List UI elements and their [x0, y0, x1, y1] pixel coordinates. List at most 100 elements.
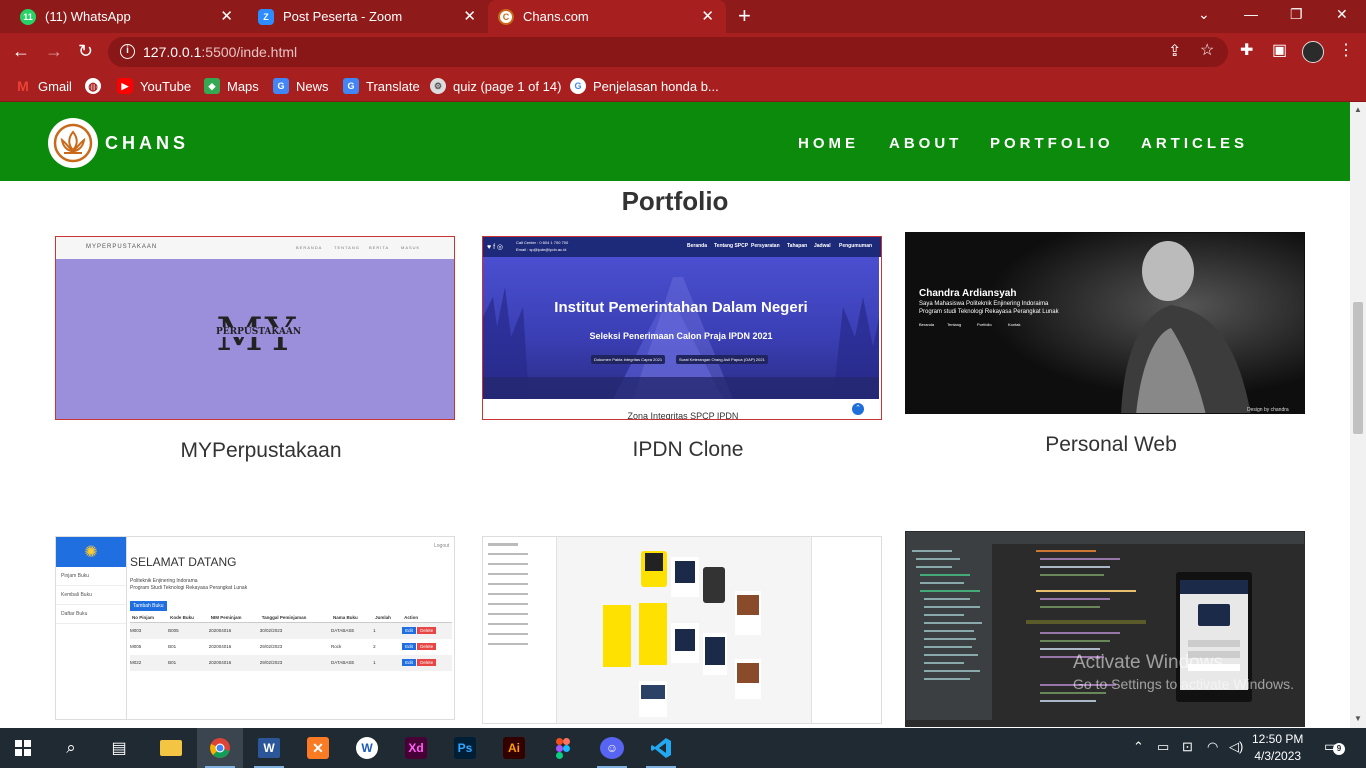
windows-start-icon[interactable]: [0, 728, 46, 768]
project-thumbnail-admin[interactable]: ✺ Pinjam Buku Kembali Buku Daftar Buku L…: [55, 536, 455, 720]
thumb-menu-item: Daftar Buku: [56, 605, 126, 624]
bookmark-star-icon[interactable]: ☆: [1200, 42, 1214, 60]
nav-portfolio[interactable]: PORTFOLIO: [990, 135, 1114, 152]
close-window-icon[interactable]: ✕: [1336, 6, 1348, 23]
thumb-th: Tanggal Peminjaman: [261, 615, 307, 620]
app-w-icon[interactable]: W: [344, 728, 390, 768]
maps-icon: ◆: [204, 78, 220, 94]
discord-icon[interactable]: ☺: [589, 728, 635, 768]
thumb-headline: Institut Pemerintahan Dalam Negeri: [554, 299, 808, 316]
bookmarks-bar: M Gmail ◍ ▶ YouTube ◆ Maps G News G Translate…: [0, 71, 1366, 102]
url-text[interactable]: 127.0.0.1:5500/inde.html: [143, 44, 297, 60]
project-thumbnail-figma[interactable]: [482, 536, 882, 724]
wifi-icon[interactable]: ◠: [1207, 739, 1218, 755]
close-tab-icon[interactable]: ✕: [220, 9, 233, 24]
thumb-nav-item: Portfolio: [977, 322, 992, 327]
restore-icon[interactable]: ❐: [1290, 6, 1303, 23]
thumb-navbar: MYPERPUSTAKAAN BERANDA TENTANG BERITA MA…: [56, 237, 454, 259]
tab-zoom[interactable]: Z Post Peserta - Zoom ✕: [248, 0, 488, 33]
project-thumbnail-ipdn[interactable]: ♥ f ◎ Call Center : 0 804 1 700 700 Emai…: [482, 236, 882, 420]
social-icons: ♥ f ◎: [487, 244, 504, 251]
file-explorer-icon[interactable]: [148, 728, 194, 768]
taskbar-clock[interactable]: 12:50 PM 4/3/2023: [1252, 731, 1303, 765]
menu-kebab-icon[interactable]: ⋮: [1338, 42, 1354, 60]
meet-now-icon[interactable]: ⊡: [1182, 739, 1193, 755]
bookmark-youtube[interactable]: ▶ YouTube: [117, 77, 191, 95]
reload-icon[interactable]: ↻: [78, 41, 93, 61]
address-bar[interactable]: i 127.0.0.1:5500/inde.html ⇪ ☆: [108, 37, 1228, 67]
project-thumbnail-android[interactable]: [905, 531, 1305, 727]
thumb-ipdn-topbar: ♥ f ◎ Call Center : 0 804 1 700 700 Emai…: [483, 237, 881, 257]
volume-icon[interactable]: ◁): [1229, 739, 1243, 755]
bookmark-maps[interactable]: ◆ Maps: [204, 77, 259, 95]
youtube-icon: ▶: [117, 78, 133, 94]
project-title[interactable]: IPDN Clone: [488, 438, 888, 462]
thumb-doc-button: Dokumen Pakta Integritas Capra 2021: [591, 355, 666, 364]
project-tree-lines: [912, 550, 982, 680]
project-title[interactable]: Personal Web: [911, 433, 1311, 457]
project-title[interactable]: MYPerpustakaan: [61, 439, 461, 463]
site-info-icon[interactable]: i: [120, 44, 135, 59]
nav-home[interactable]: HOME: [798, 135, 859, 152]
extensions-icon[interactable]: ✚: [1240, 42, 1253, 60]
word-icon[interactable]: W: [246, 728, 292, 768]
tab-whatsapp[interactable]: 11 (11) WhatsApp ✕: [0, 0, 245, 33]
xampp-icon[interactable]: ✕: [295, 728, 341, 768]
thumb-sub: Program Studi Teknologi Rekayasa Perangk…: [130, 585, 248, 591]
forward-icon[interactable]: →: [45, 41, 63, 61]
thumb-edit-button: Edit: [402, 643, 416, 650]
nav-about[interactable]: ABOUT: [889, 135, 962, 152]
globe-icon: ◍: [85, 78, 101, 94]
photoshop-icon[interactable]: Ps: [442, 728, 488, 768]
chrome-icon[interactable]: [197, 728, 243, 768]
vscode-icon[interactable]: [638, 728, 684, 768]
bookmark-quiz[interactable]: ⚙ quiz (page 1 of 14): [430, 77, 561, 95]
translate-icon: G: [343, 78, 359, 94]
notification-center-icon[interactable]: ▭ 9: [1324, 738, 1345, 756]
close-tab-icon[interactable]: ✕: [463, 9, 476, 24]
lotus-logo-icon: [53, 123, 93, 163]
scroll-down-arrow-icon[interactable]: ▼: [1354, 714, 1362, 723]
illustrator-icon[interactable]: Ai: [491, 728, 537, 768]
page-scrollbar[interactable]: ▲ ▼: [1350, 102, 1366, 728]
thumb-menu-item: Kembali Buku: [56, 586, 126, 605]
bookmark-translate[interactable]: G Translate: [343, 77, 420, 95]
thumb-brand: MYPERPUSTAKAAN: [86, 244, 158, 250]
tab-chans[interactable]: C Chans.com ✕: [488, 0, 726, 33]
brand-name[interactable]: CHANS: [105, 133, 189, 154]
close-tab-icon[interactable]: ✕: [701, 9, 714, 24]
thumb-nav-item: BERITA: [369, 245, 390, 250]
minimize-icon[interactable]: —: [1244, 6, 1258, 22]
thumb-ide-tabs: [906, 532, 1304, 544]
chans-logo[interactable]: [48, 118, 98, 168]
scroll-up-arrow-icon[interactable]: ▲: [1354, 105, 1362, 114]
back-icon[interactable]: ←: [12, 41, 30, 61]
bookmark-gmail[interactable]: M Gmail: [15, 77, 72, 95]
bookmark-honda[interactable]: G Penjelasan honda b...: [570, 77, 719, 95]
share-icon[interactable]: ⇪: [1168, 43, 1181, 61]
scrollbar-thumb[interactable]: [1353, 302, 1363, 434]
thumb-email: Email : sp@ipdn@ipdn.ac.id: [516, 247, 567, 252]
profile-avatar[interactable]: [1302, 41, 1324, 63]
table-row: M022 B01 202004016 29/02/2023 DATABASE 1 Edit…: [130, 654, 452, 671]
whatsapp-icon: 11: [20, 8, 36, 25]
bookmark-news[interactable]: G News: [273, 77, 329, 95]
news-icon: G: [273, 78, 289, 94]
tray-overflow-icon[interactable]: ⌃: [1133, 739, 1144, 755]
nav-articles[interactable]: ARTICLES: [1141, 135, 1248, 152]
bookmark-globe[interactable]: ◍: [85, 77, 108, 95]
google-icon: G: [570, 78, 586, 94]
project-thumbnail-myperpustakaan[interactable]: MYPERPUSTAKAAN BERANDA TENTANG BERITA MA…: [55, 236, 455, 420]
adobe-xd-icon[interactable]: Xd: [393, 728, 439, 768]
battery-icon[interactable]: ▭: [1157, 739, 1169, 755]
project-thumbnail-personal[interactable]: Chandra Ardiansyah Saya Mahasiswa Polite…: [905, 232, 1305, 414]
tab-search-icon[interactable]: ⌄: [1198, 6, 1210, 23]
notification-count: 9: [1333, 743, 1345, 755]
new-tab-icon[interactable]: +: [738, 5, 751, 27]
figma-icon[interactable]: [540, 728, 586, 768]
task-view-icon[interactable]: ▤: [96, 728, 142, 768]
side-panel-icon[interactable]: ▣: [1272, 42, 1287, 60]
thumb-nav-item: Kontak: [1008, 322, 1021, 327]
thumb-nav-item: TENTANG: [334, 245, 360, 250]
search-icon[interactable]: ⌕: [48, 728, 94, 768]
